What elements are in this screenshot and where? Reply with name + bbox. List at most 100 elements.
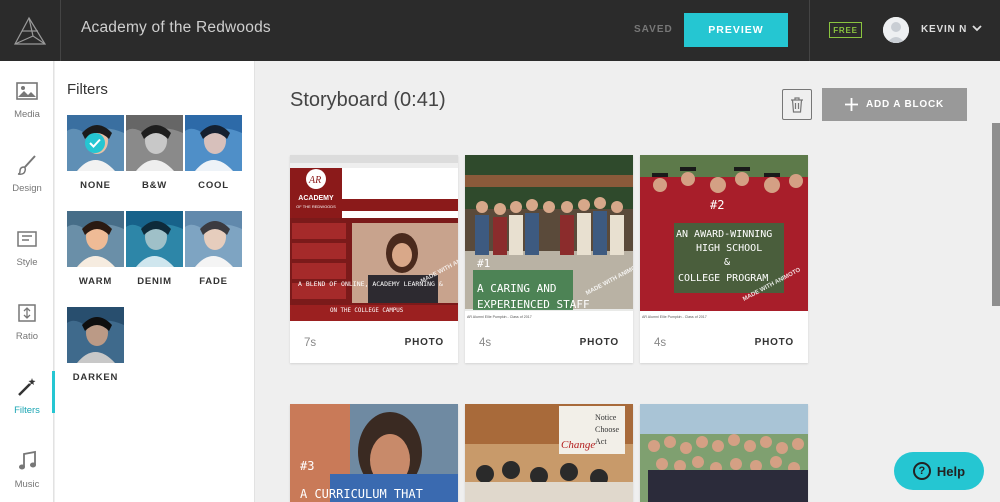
filter-fade[interactable]: FADE: [185, 211, 242, 287]
plus-icon: [844, 98, 858, 111]
help-button[interactable]: ? Help: [894, 452, 984, 490]
storyboard-card[interactable]: #1 A CARING AND EXPERIENCED STAFF MADE W…: [465, 155, 633, 363]
project-title[interactable]: Academy of the Redwoods: [81, 19, 271, 37]
selected-check-icon: [85, 133, 105, 153]
card-thumbnail[interactable]: Notice Choose Act Change: [465, 404, 633, 502]
card-thumbnail[interactable]: AR ACADEMY OF THE REDWOODS A BLEND OF ON…: [290, 155, 458, 321]
filter-label: DARKEN: [72, 372, 119, 383]
card-type: PHOTO: [754, 337, 794, 348]
animoto-logo[interactable]: [0, 0, 61, 61]
storyboard-card[interactable]: Notice Choose Act Change: [465, 404, 633, 502]
filter-cool[interactable]: COOL: [185, 115, 242, 191]
filter-bw[interactable]: B&W: [126, 115, 183, 191]
rail-item-music[interactable]: Music: [0, 431, 54, 502]
left-rail: Media Design Style Ratio Filters Music: [0, 61, 55, 502]
filter-thumbnail: [67, 211, 124, 267]
filter-darken[interactable]: DARKEN: [67, 307, 124, 383]
filter-denim[interactable]: DENIM: [126, 211, 183, 287]
brush-icon: [15, 154, 39, 176]
poster-text: Choose: [595, 425, 619, 434]
preview-button[interactable]: PREVIEW: [684, 13, 788, 47]
divider: [809, 0, 810, 61]
card-overlay-line: #1: [477, 257, 490, 270]
top-bar: Academy of the Redwoods SAVED PREVIEW FR…: [0, 0, 1000, 61]
plan-badge[interactable]: FREE: [829, 22, 862, 38]
card-type: PHOTO: [579, 337, 619, 348]
svg-text:AR: AR: [308, 175, 321, 186]
ratio-icon: [15, 302, 39, 324]
save-status: SAVED: [634, 24, 673, 35]
rail-item-style[interactable]: Style: [0, 209, 54, 283]
rail-label: Media: [14, 109, 40, 120]
storyboard-card[interactable]: [640, 404, 808, 502]
card-overlay-line: A CURRICULUM THAT: [300, 487, 423, 501]
delete-button[interactable]: [782, 89, 812, 120]
filter-warm[interactable]: WARM: [67, 211, 124, 287]
storyboard-card[interactable]: #2 AN AWARD-WINNING HIGH SCHOOL & COLLEG…: [640, 155, 808, 363]
rail-item-media[interactable]: Media: [0, 61, 54, 135]
image-icon: [15, 80, 39, 102]
scrollbar-thumb[interactable]: [992, 123, 1000, 306]
card-overlay-line: EXPERIENCED STAFF: [477, 298, 590, 311]
poster-text: Act: [595, 437, 607, 446]
filters-panel: Filters NONE B&W COOL WARM DENIM FADE DA…: [55, 61, 255, 502]
music-note-icon: [15, 450, 39, 472]
filter-thumbnail: [126, 211, 183, 267]
filter-thumbnail: [67, 115, 124, 171]
user-avatar[interactable]: [883, 17, 909, 43]
logo-icon: [13, 16, 47, 45]
filter-thumbnail: [126, 115, 183, 171]
text-style-icon: [15, 228, 39, 250]
card-thumbnail[interactable]: [640, 404, 808, 502]
card-overlay-line: HIGH SCHOOL: [696, 243, 762, 254]
chevron-down-icon[interactable]: [970, 21, 984, 35]
user-name[interactable]: KEVIN N: [921, 24, 967, 35]
rail-item-filters[interactable]: Filters: [0, 357, 55, 431]
card-duration[interactable]: 7s: [304, 337, 316, 349]
photo-caption: AR Alumni Ellie Pumpkin - Class of 2017: [467, 315, 532, 319]
question-icon: ?: [912, 462, 931, 480]
filter-label: FADE: [199, 276, 228, 287]
card-thumbnail[interactable]: #2 AN AWARD-WINNING HIGH SCHOOL & COLLEG…: [640, 155, 808, 321]
site-sub: OF THE REDWOODS: [296, 204, 336, 209]
help-label: Help: [936, 463, 966, 479]
rail-label: Ratio: [15, 331, 39, 342]
card-thumbnail[interactable]: #3 A CURRICULUM THAT: [290, 404, 458, 502]
magic-wand-icon: [15, 376, 39, 398]
rail-label: Design: [12, 183, 42, 194]
filter-thumbnail: [185, 115, 242, 171]
storyboard-card[interactable]: #3 A CURRICULUM THAT: [290, 404, 458, 502]
filter-none[interactable]: NONE: [67, 115, 124, 191]
storyboard-card[interactable]: AR ACADEMY OF THE REDWOODS A BLEND OF ON…: [290, 155, 458, 363]
card-type: PHOTO: [404, 337, 444, 348]
rail-item-ratio[interactable]: Ratio: [0, 283, 54, 357]
rail-label: Music: [14, 479, 40, 490]
filter-thumbnail: [185, 211, 242, 267]
card-overlay-line: ON THE COLLEGE CAMPUS: [330, 308, 404, 314]
poster-text: Notice: [595, 413, 617, 422]
site-name: ACADEMY: [298, 195, 334, 202]
filter-label: COOL: [198, 180, 229, 191]
trash-icon: [791, 96, 803, 113]
filter-label: NONE: [80, 180, 111, 191]
add-block-button[interactable]: ADD A BLOCK: [822, 88, 967, 121]
card-overlay-line: COLLEGE PROGRAM: [678, 273, 768, 284]
card-duration[interactable]: 4s: [654, 337, 666, 349]
card-thumbnail[interactable]: #1 A CARING AND EXPERIENCED STAFF MADE W…: [465, 155, 633, 321]
card-overlay-line: &: [724, 257, 730, 268]
rail-label: Style: [16, 257, 38, 268]
card-overlay-line: AN AWARD-WINNING: [676, 229, 772, 240]
photo-caption: AR Alumni Ellie Pumpkin - Class of 2017: [642, 315, 707, 319]
panel-title: Filters: [67, 81, 108, 98]
storyboard-title: Storyboard (0:41): [290, 89, 446, 111]
rail-label: Filters: [14, 405, 40, 416]
add-block-label: ADD A BLOCK: [865, 99, 945, 110]
filter-label: WARM: [78, 276, 113, 287]
card-overlay-line: #2: [710, 198, 724, 212]
card-duration[interactable]: 4s: [479, 337, 491, 349]
filter-thumbnail: [67, 307, 124, 363]
card-overlay-line: A CARING AND: [477, 282, 556, 295]
poster-text: Change: [561, 439, 595, 451]
card-overlay-line: #3: [300, 459, 314, 473]
rail-item-design[interactable]: Design: [0, 135, 54, 209]
